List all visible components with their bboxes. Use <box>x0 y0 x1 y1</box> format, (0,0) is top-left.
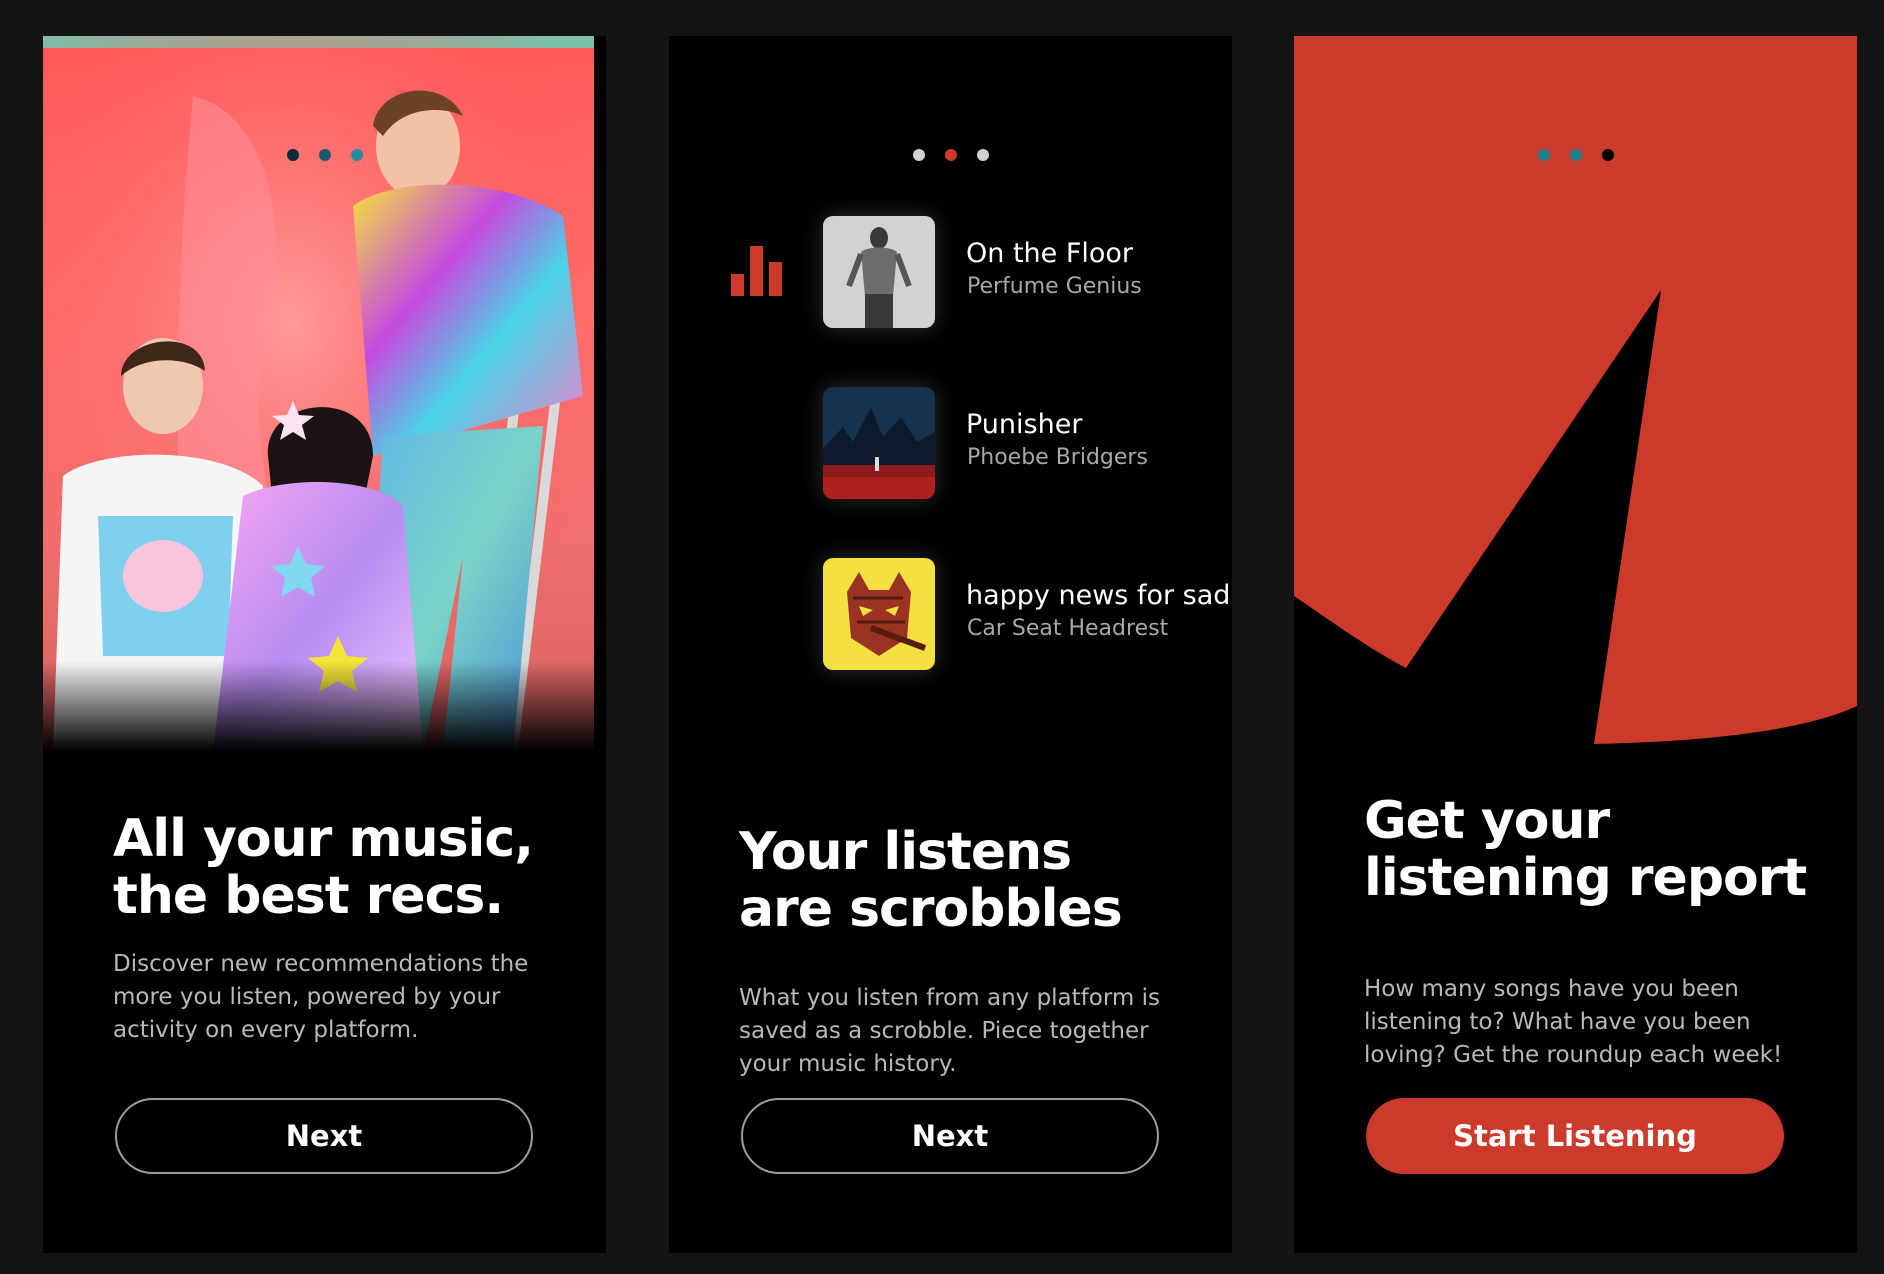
onboarding-screen-recs: All your music, the best recs. Discover … <box>43 36 606 1253</box>
onboarding-screen-scrobbles: On the Floor Perfume Genius Punisher Pho… <box>669 36 1232 1253</box>
page-indicator <box>1294 149 1857 161</box>
page-dot-2[interactable] <box>318 149 331 161</box>
track-item-1[interactable]: On the Floor Perfume Genius <box>823 216 1232 328</box>
pie-chart-graphic <box>1294 36 1857 744</box>
next-button[interactable]: Next <box>741 1098 1159 1174</box>
screen-description: How many songs have you been listening t… <box>1364 976 1783 1068</box>
page-dot-1[interactable] <box>1537 149 1550 161</box>
screen-headline: Your listens are scrobbles <box>739 824 1202 938</box>
track-title: happy news for sadness <box>966 580 1232 611</box>
album-art <box>823 216 935 328</box>
album-cover-happy-news <box>823 558 935 670</box>
page-dot-1[interactable] <box>912 149 925 161</box>
track-artist: Car Seat Headrest <box>967 616 1169 641</box>
page-dot-3[interactable] <box>976 149 989 161</box>
page-dot-1[interactable] <box>286 149 299 161</box>
headline-line-2: are scrobbles <box>739 879 1123 939</box>
hero-photo <box>43 36 594 751</box>
screen-description: What you listen from any platform is sav… <box>739 985 1160 1077</box>
headline-line-1: Get your <box>1364 791 1610 851</box>
screen-headline: All your music, the best recs. <box>113 811 576 925</box>
bar-chart-icon <box>731 246 782 296</box>
page-indicator <box>43 149 606 161</box>
track-artist: Perfume Genius <box>967 274 1142 299</box>
headline-line-1: Your listens <box>739 822 1072 882</box>
page-indicator <box>669 149 1232 161</box>
photo-fade <box>43 661 594 751</box>
track-artist: Phoebe Bridgers <box>967 445 1148 470</box>
track-item-2[interactable]: Punisher Phoebe Bridgers <box>823 387 1232 499</box>
page-dot-2[interactable] <box>944 149 957 161</box>
track-title: On the Floor <box>966 238 1134 269</box>
start-listening-button[interactable]: Start Listening <box>1366 1098 1784 1174</box>
next-button[interactable]: Next <box>115 1098 533 1174</box>
page-dot-2[interactable] <box>1569 149 1582 161</box>
album-cover-punisher <box>823 387 935 499</box>
album-art <box>823 558 935 670</box>
screen-description: Discover new recommendations the more yo… <box>113 951 529 1043</box>
album-cover-on-the-floor <box>823 216 935 328</box>
screen-headline: Get your listening report <box>1364 793 1827 907</box>
hero-photo-illustration <box>43 36 594 751</box>
page-dot-3[interactable] <box>1601 149 1614 161</box>
headline-line-2: listening report <box>1364 848 1807 908</box>
track-title: Punisher <box>966 409 1083 440</box>
onboarding-screen-report: Get your listening report How many songs… <box>1294 36 1857 1253</box>
headline-line-1: All your music, <box>113 809 534 869</box>
headline-line-2: the best recs. <box>113 866 504 926</box>
track-item-3[interactable]: happy news for sadness Car Seat Headrest <box>823 558 1232 670</box>
page-dot-3[interactable] <box>350 149 363 161</box>
album-art <box>823 387 935 499</box>
